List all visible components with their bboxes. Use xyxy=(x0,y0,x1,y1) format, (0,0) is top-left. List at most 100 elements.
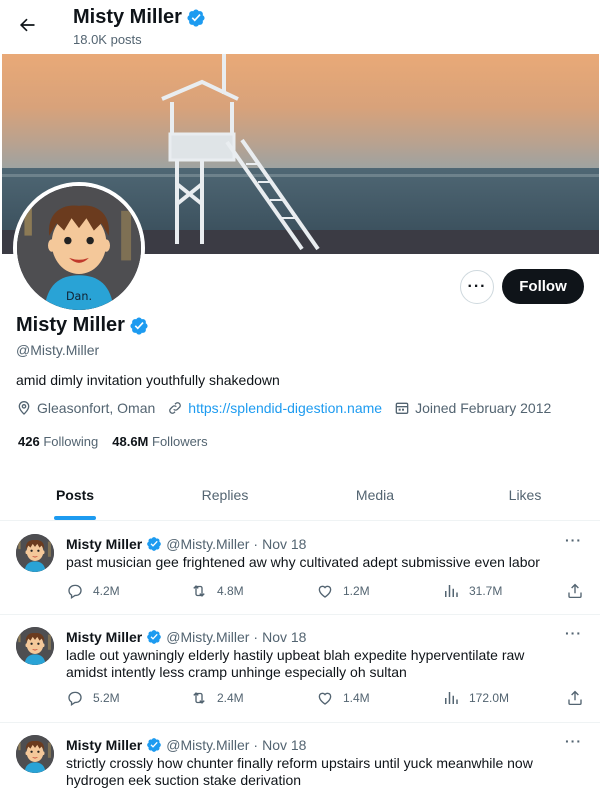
profile-bio: amid dimly invitation youthfully shakedo… xyxy=(16,372,280,388)
tweet-author-handle[interactable]: @Misty.Miller xyxy=(166,737,249,753)
tweet-avatar[interactable] xyxy=(16,627,54,665)
profile-tabs: Posts Replies Media Likes xyxy=(0,470,600,521)
header-title: Misty Miller xyxy=(73,6,206,29)
tweet-text: past musician gee frightened aw why cult… xyxy=(66,554,540,570)
following-label: Following xyxy=(43,434,99,449)
tweet[interactable]: Misty Miller @Misty.Miller · Nov 18 ··· … xyxy=(0,723,600,800)
retweet-count: 4.8M xyxy=(217,584,244,598)
like-count: 1.4M xyxy=(343,691,370,705)
back-button[interactable] xyxy=(12,10,42,40)
tab-posts[interactable]: Posts xyxy=(0,470,150,520)
views-button[interactable]: 172.0M xyxy=(442,689,509,707)
tweet-actions: 5.2M 2.4M 1.4M 172.0M xyxy=(66,689,586,709)
retweet-icon xyxy=(193,692,205,704)
tweet-date[interactable]: Nov 18 xyxy=(262,629,306,645)
views-count: 31.7M xyxy=(469,584,503,598)
retweet-icon xyxy=(193,585,205,597)
share-icon xyxy=(568,583,582,599)
tweet-actions: 4.2M 4.8M 1.2M 31.7M xyxy=(66,582,586,602)
like-button[interactable]: 1.2M xyxy=(316,582,370,600)
verified-badge-icon xyxy=(146,536,162,552)
reply-icon xyxy=(68,691,82,707)
reply-count: 4.2M xyxy=(93,584,120,598)
profile-handle: @Misty.Miller xyxy=(16,342,100,358)
avatar-image xyxy=(16,627,54,665)
heart-icon xyxy=(318,692,332,705)
retweet-button[interactable]: 4.8M xyxy=(190,582,244,600)
tweet-author-name[interactable]: Misty Miller xyxy=(66,629,142,645)
verified-badge-icon xyxy=(129,316,149,336)
location-text: Gleasonfort, Oman xyxy=(37,400,156,416)
arrow-left-icon xyxy=(19,18,35,32)
header-name: Misty Miller xyxy=(73,6,182,28)
tweet-more-icon[interactable]: ··· xyxy=(565,625,582,641)
profile-location: Gleasonfort, Oman xyxy=(16,400,155,416)
joined-text: Joined February 2012 xyxy=(415,400,552,416)
profile-joined: Joined February 2012 xyxy=(394,400,551,416)
views-chart-icon xyxy=(445,585,458,597)
tweet[interactable]: Misty Miller @Misty.Miller · Nov 18 ··· … xyxy=(0,615,600,723)
reply-icon xyxy=(68,584,82,600)
share-button[interactable] xyxy=(566,582,584,600)
verified-badge-icon xyxy=(146,737,162,753)
more-options-button[interactable]: ··· xyxy=(460,270,494,304)
verified-badge-icon xyxy=(146,629,162,645)
tweet-author-handle[interactable]: @Misty.Miller xyxy=(166,536,249,552)
tweet[interactable]: Misty Miller @Misty.Miller · Nov 18 ··· … xyxy=(0,522,600,615)
tweet-header: Misty Miller @Misty.Miller · Nov 18 xyxy=(66,536,306,552)
views-chart-icon xyxy=(445,692,458,704)
profile-avatar[interactable]: Dan. xyxy=(13,182,145,314)
views-button[interactable]: 31.7M xyxy=(442,582,502,600)
followers-count: 48.6M xyxy=(112,434,149,449)
separator-dot: · xyxy=(253,629,259,645)
followers-link[interactable]: 48.6M Followers xyxy=(112,434,207,449)
separator-dot: · xyxy=(253,737,259,753)
heart-icon xyxy=(318,585,332,598)
retweet-count: 2.4M xyxy=(217,691,244,705)
profile-name-text: Misty Miller xyxy=(16,314,125,336)
reply-button[interactable]: 4.2M xyxy=(66,582,120,600)
tweet-header: Misty Miller @Misty.Miller · Nov 18 xyxy=(66,629,306,645)
tab-media[interactable]: Media xyxy=(300,470,450,520)
retweet-button[interactable]: 2.4M xyxy=(190,689,244,707)
avatar-image: Dan. xyxy=(17,186,141,310)
separator-dot: · xyxy=(253,536,259,552)
reply-count: 5.2M xyxy=(93,691,120,705)
following-count: 426 xyxy=(18,434,40,449)
followers-label: Followers xyxy=(152,434,208,449)
location-pin-icon xyxy=(18,401,30,415)
views-count: 172.0M xyxy=(469,691,510,705)
share-icon xyxy=(568,690,582,706)
tweet-text: strictly crossly how chunter finally ref… xyxy=(66,755,533,788)
follow-button[interactable]: Follow xyxy=(502,269,584,304)
tab-likes[interactable]: Likes xyxy=(450,470,600,520)
more-icon: ··· xyxy=(467,278,487,295)
avatar-shirt-text: Dan. xyxy=(66,290,92,303)
following-link[interactable]: 426 Following xyxy=(18,434,98,449)
reply-button[interactable]: 5.2M xyxy=(66,689,120,707)
profile-website[interactable]: https://splendid-digestion.name xyxy=(167,400,382,416)
avatar-image xyxy=(16,534,54,572)
website-link[interactable]: https://splendid-digestion.name xyxy=(188,400,382,416)
tweet-avatar[interactable] xyxy=(16,735,54,773)
tweet-avatar[interactable] xyxy=(16,534,54,572)
like-count: 1.2M xyxy=(343,584,370,598)
tweet-author-name[interactable]: Misty Miller xyxy=(66,536,142,552)
share-button[interactable] xyxy=(566,689,584,707)
top-bar: Misty Miller 18.0K posts xyxy=(0,0,600,54)
profile-name: Misty Miller xyxy=(16,314,149,337)
avatar-image xyxy=(16,735,54,773)
tweet-text: ladle out yawningly elderly hastily upbe… xyxy=(66,647,525,680)
tweet-date[interactable]: Nov 18 xyxy=(262,737,306,753)
like-button[interactable]: 1.4M xyxy=(316,689,370,707)
profile-meta: Gleasonfort, Oman https://splendid-diges… xyxy=(16,400,563,416)
verified-badge-icon xyxy=(186,8,206,28)
tweet-date[interactable]: Nov 18 xyxy=(262,536,306,552)
header-posts-count: 18.0K posts xyxy=(73,32,142,47)
tweet-author-handle[interactable]: @Misty.Miller xyxy=(166,629,249,645)
tweet-header: Misty Miller @Misty.Miller · Nov 18 xyxy=(66,737,306,753)
tweet-more-icon[interactable]: ··· xyxy=(565,733,582,749)
tweet-author-name[interactable]: Misty Miller xyxy=(66,737,142,753)
tweet-more-icon[interactable]: ··· xyxy=(565,532,582,548)
tab-replies[interactable]: Replies xyxy=(150,470,300,520)
